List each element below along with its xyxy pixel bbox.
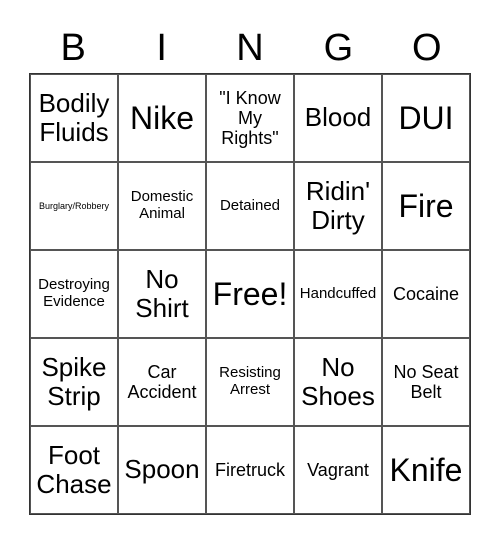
bingo-cell[interactable]: Domestic Animal [118, 162, 206, 250]
header-letter-g: G [323, 27, 354, 69]
bingo-cell[interactable]: Burglary/Robbery [30, 162, 118, 250]
header-letter-b: B [60, 27, 86, 69]
header-letter-n: N [236, 27, 264, 69]
header-letter-i: I [156, 27, 167, 69]
bingo-header: B I N G O [29, 24, 471, 72]
bingo-cell[interactable]: DUI [382, 74, 470, 162]
bingo-cell[interactable]: Destroying Evidence [30, 250, 118, 338]
bingo-cell[interactable]: Ridin' Dirty [294, 162, 382, 250]
bingo-cell[interactable]: Spoon [118, 426, 206, 514]
bingo-cell[interactable]: Knife [382, 426, 470, 514]
bingo-cell[interactable]: No Shoes [294, 338, 382, 426]
bingo-cell[interactable]: Bodily Fluids [30, 74, 118, 162]
bingo-cell[interactable]: Nike [118, 74, 206, 162]
bingo-cell[interactable]: Handcuffed [294, 250, 382, 338]
bingo-cell[interactable]: Vagrant [294, 426, 382, 514]
header-letter-o: O [412, 27, 442, 69]
bingo-cell[interactable]: Detained [206, 162, 294, 250]
bingo-cell[interactable]: No Seat Belt [382, 338, 470, 426]
bingo-cell[interactable]: Car Accident [118, 338, 206, 426]
bingo-cell[interactable]: Free! [206, 250, 294, 338]
bingo-cell[interactable]: Cocaine [382, 250, 470, 338]
bingo-cell[interactable]: Blood [294, 74, 382, 162]
bingo-grid: Bodily Fluids Nike "I Know My Rights" Blood… [29, 73, 471, 515]
bingo-cell[interactable]: Firetruck [206, 426, 294, 514]
bingo-cell[interactable]: Foot Chase [30, 426, 118, 514]
bingo-cell[interactable]: No Shirt [118, 250, 206, 338]
bingo-cell[interactable]: Fire [382, 162, 470, 250]
bingo-cell[interactable]: Spike Strip [30, 338, 118, 426]
bingo-cell[interactable]: Resisting Arrest [206, 338, 294, 426]
bingo-cell[interactable]: "I Know My Rights" [206, 74, 294, 162]
